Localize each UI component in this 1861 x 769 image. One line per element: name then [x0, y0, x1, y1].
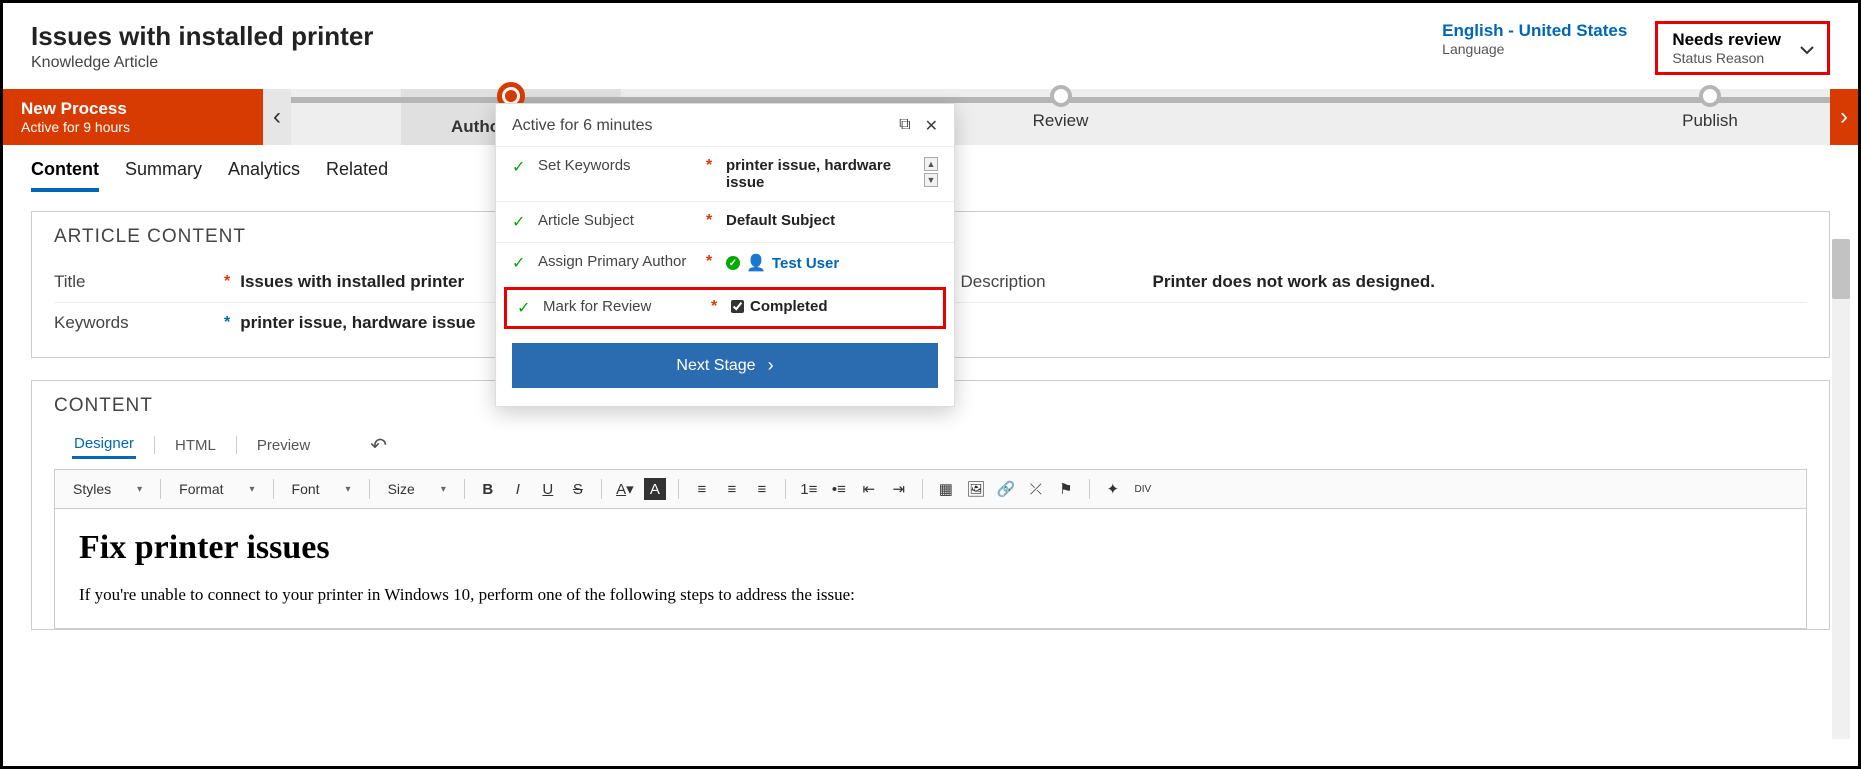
align-right-icon[interactable]: ≡ — [751, 478, 773, 500]
editor-body[interactable]: Fix printer issues If you're unable to c… — [54, 509, 1807, 629]
stage-publish[interactable]: Publish — [1650, 85, 1770, 131]
undo-icon[interactable]: ↶ — [370, 433, 387, 458]
stage-publish-indicator-icon — [1699, 85, 1721, 107]
stage-review-label: Review — [1001, 111, 1121, 131]
language-selector[interactable]: English - United States Language — [1442, 21, 1627, 57]
size-dropdown[interactable]: Size — [382, 479, 452, 499]
page-subtitle: Knowledge Article — [31, 54, 373, 72]
bg-color-icon[interactable]: A — [644, 478, 666, 500]
tab-analytics[interactable]: Analytics — [228, 159, 300, 192]
pop-author-name: Test User — [772, 255, 839, 272]
editor-tab-designer[interactable]: Designer — [72, 431, 136, 459]
pop-review-value[interactable]: Completed — [731, 298, 933, 315]
tab-related[interactable]: Related — [326, 159, 388, 192]
table-icon[interactable]: ▦ — [935, 478, 957, 500]
popout-icon[interactable]: ⧉ — [899, 116, 910, 136]
pop-subject-value[interactable]: Default Subject — [726, 212, 938, 229]
stage-popover: Active for 6 minutes ⧉ ✕ ✓ Set Keywords … — [495, 103, 955, 407]
unlink-icon[interactable]: ⤫ — [1025, 478, 1047, 500]
status-value: Needs review — [1672, 30, 1781, 50]
chevron-down-icon — [1797, 40, 1817, 60]
underline-icon[interactable]: U — [537, 478, 559, 500]
align-left-icon[interactable]: ≡ — [691, 478, 713, 500]
indent-icon[interactable]: ⇥ — [888, 478, 910, 500]
status-label: Status Reason — [1672, 50, 1781, 66]
pop-keywords-label: Set Keywords — [538, 157, 698, 174]
unordered-list-icon[interactable]: •≡ — [828, 478, 850, 500]
check-icon: ✓ — [517, 298, 535, 318]
editor-toolbar: Styles Format Font Size B I U S A▾ A ≡ ≡… — [54, 469, 1807, 509]
keywords-label: Keywords — [54, 313, 214, 333]
close-icon[interactable]: ✕ — [925, 116, 938, 136]
process-next-button[interactable]: › — [1830, 89, 1858, 145]
pop-review-label: Mark for Review — [543, 298, 703, 315]
recommended-icon: * — [224, 314, 230, 332]
ordered-list-icon[interactable]: 1≡ — [798, 478, 820, 500]
font-dropdown[interactable]: Font — [286, 479, 357, 499]
description-value[interactable]: Printer does not work as designed. — [1153, 272, 1435, 292]
italic-icon[interactable]: I — [507, 478, 529, 500]
image-icon[interactable]: 🖼 — [965, 478, 987, 500]
next-stage-label: Next Stage — [676, 357, 755, 375]
stage-review-indicator-icon — [1050, 85, 1072, 107]
embed-icon[interactable]: ✦ — [1102, 478, 1124, 500]
pop-keywords-value[interactable]: printer issue, hardware issue — [726, 157, 912, 191]
check-icon: ✓ — [512, 212, 530, 232]
verified-icon: ✓ — [726, 256, 740, 270]
link-icon[interactable]: 🔗 — [995, 478, 1017, 500]
pop-author-label: Assign Primary Author — [538, 253, 698, 270]
person-icon: 👤 — [746, 253, 766, 273]
text-color-icon[interactable]: A▾ — [614, 478, 636, 500]
check-icon: ✓ — [512, 157, 530, 177]
align-center-icon[interactable]: ≡ — [721, 478, 743, 500]
page-title: Issues with installed printer — [31, 21, 373, 52]
stage-review[interactable]: Review — [1001, 85, 1121, 131]
review-checkbox[interactable] — [731, 300, 744, 313]
description-label: Description — [961, 272, 1121, 292]
body-paragraph: If you're unable to connect to your prin… — [79, 585, 1782, 605]
check-icon: ✓ — [512, 253, 530, 273]
stage-publish-label: Publish — [1650, 111, 1770, 131]
div-icon[interactable]: DIV — [1132, 478, 1154, 500]
process-name: New Process — [21, 99, 245, 119]
popover-title: Active for 6 minutes — [512, 117, 653, 135]
language-label: Language — [1442, 41, 1627, 57]
language-value: English - United States — [1442, 21, 1627, 41]
pop-author-value[interactable]: ✓ 👤 Test User — [726, 253, 938, 273]
format-dropdown[interactable]: Format — [173, 479, 260, 499]
next-stage-button[interactable]: Next Stage › — [512, 343, 938, 388]
anchor-icon[interactable]: ⚑ — [1055, 478, 1077, 500]
process-prev-button[interactable]: ‹ — [263, 89, 291, 145]
tab-summary[interactable]: Summary — [125, 159, 202, 192]
keywords-value[interactable]: printer issue, hardware issue — [240, 313, 475, 333]
required-icon: * — [224, 273, 230, 291]
pop-subject-label: Article Subject — [538, 212, 698, 229]
chevron-right-icon: › — [768, 355, 774, 376]
bold-icon[interactable]: B — [477, 478, 499, 500]
status-reason-dropdown[interactable]: Needs review Status Reason — [1655, 21, 1830, 75]
content-panel: CONTENT Designer HTML Preview ↶ Styles F… — [31, 380, 1830, 630]
vertical-scrollbar[interactable] — [1832, 239, 1850, 739]
strike-icon[interactable]: S — [567, 478, 589, 500]
keywords-scroll[interactable]: ▲▼ — [924, 157, 938, 187]
title-value[interactable]: Issues with installed printer — [240, 272, 464, 292]
tab-content[interactable]: Content — [31, 159, 99, 192]
process-duration: Active for 9 hours — [21, 119, 245, 135]
title-label: Title — [54, 272, 214, 292]
process-header[interactable]: New Process Active for 9 hours — [3, 89, 263, 145]
editor-tab-preview[interactable]: Preview — [255, 433, 312, 458]
pop-review-text: Completed — [750, 298, 828, 315]
editor-tab-html[interactable]: HTML — [173, 433, 218, 458]
outdent-icon[interactable]: ⇤ — [858, 478, 880, 500]
styles-dropdown[interactable]: Styles — [67, 479, 148, 499]
body-heading: Fix printer issues — [79, 529, 1782, 567]
